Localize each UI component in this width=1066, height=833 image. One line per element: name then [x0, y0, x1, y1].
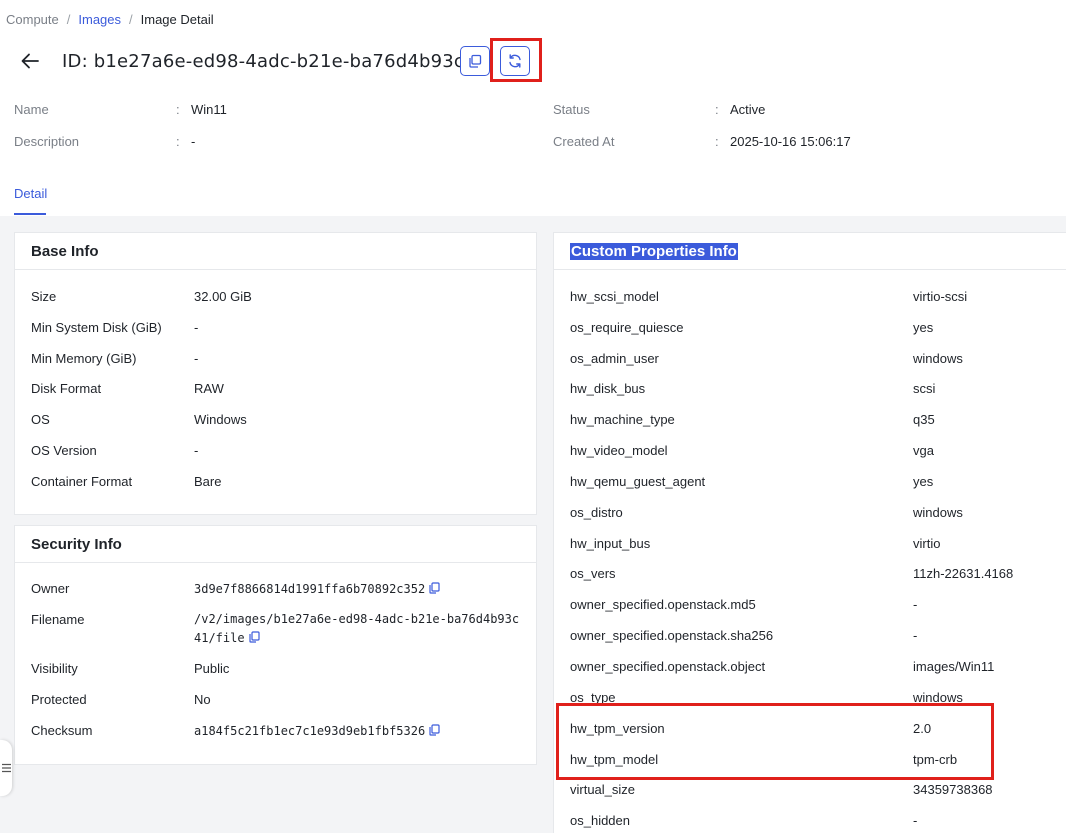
property-value: 34359738368 [913, 782, 993, 797]
row-label: Min Memory (GiB) [31, 351, 137, 366]
property-key: os_vers [570, 566, 616, 581]
name-label: Name [14, 102, 49, 117]
row-label: Container Format [31, 474, 133, 489]
property-key: os_distro [570, 505, 623, 520]
property-value: images/Win11 [913, 659, 995, 674]
security-info-card: Security Info Owner 3d9e7f8866814d1991ff… [14, 525, 537, 765]
property-key: os_require_quiesce [570, 320, 684, 335]
row-label: Protected [31, 692, 87, 707]
colon: : [176, 134, 180, 149]
row-value: - [194, 443, 199, 458]
copy-icon[interactable] [429, 724, 440, 739]
property-key: virtual_size [570, 782, 636, 797]
property-value: yes [913, 320, 934, 335]
description-label: Description [14, 134, 80, 149]
row-value: - [194, 320, 199, 335]
status-value: Active [730, 102, 766, 117]
row-value: No [194, 692, 211, 707]
copy-icon[interactable] [429, 582, 440, 597]
property-value: windows [913, 690, 963, 705]
owner-value-wrap: 3d9e7f8866814d1991ffa6b70892c352 [194, 581, 440, 597]
row-value: Bare [194, 474, 222, 489]
row-label: Visibility [31, 661, 78, 676]
sidebar-toggle-handle[interactable] [0, 740, 12, 796]
property-value: scsi [913, 381, 936, 396]
name-value: Win11 [191, 102, 227, 117]
row-value: 32.00 GiB [194, 289, 252, 304]
custom-properties-header: Custom Properties Info [554, 233, 1066, 270]
copy-icon[interactable] [248, 631, 260, 646]
row-label: Size [31, 289, 57, 304]
colon: : [715, 134, 719, 149]
security-info-title: Security Info [15, 526, 536, 563]
property-key: hw_tpm_model [570, 752, 659, 767]
checksum-value: a184f5c21fb1ec7c1e93d9eb1fbf5326 [194, 724, 426, 738]
menu-icon [1, 763, 11, 773]
property-key: owner_specified.openstack.md5 [570, 597, 756, 612]
row-label: Filename [31, 612, 85, 627]
created-at-label: Created At [553, 134, 615, 149]
property-value: windows [913, 505, 963, 520]
property-value: tpm-crb [913, 752, 958, 767]
row-label: Owner [31, 581, 70, 596]
filename-line2-wrap: 41/file [194, 630, 260, 646]
tab-active-indicator [14, 213, 46, 215]
status-label: Status [553, 102, 590, 117]
property-key: os_type [570, 690, 616, 705]
checksum-value-wrap: a184f5c21fb1ec7c1e93d9eb1fbf5326 [194, 723, 440, 739]
row-label: Checksum [31, 723, 93, 738]
property-value: yes [913, 474, 934, 489]
tab-bar: Detail [0, 180, 1066, 216]
custom-properties-title: Custom Properties Info [570, 242, 738, 260]
property-value: - [913, 597, 918, 612]
property-value: 11zh-22631.4168 [913, 566, 1014, 581]
row-value: - [194, 351, 199, 366]
property-key: os_admin_user [570, 351, 659, 366]
property-key: os_hidden [570, 813, 630, 828]
property-key: hw_scsi_model [570, 289, 659, 304]
property-key: hw_video_model [570, 443, 668, 458]
tab-detail[interactable]: Detail [14, 186, 47, 201]
property-key: hw_machine_type [570, 412, 675, 427]
row-label: Disk Format [31, 381, 102, 396]
created-at-value: 2025-10-16 15:06:17 [730, 134, 851, 149]
property-value: vga [913, 443, 934, 458]
image-meta: Name : Win11 Description : - Status : Ac… [0, 0, 1066, 160]
property-key: hw_qemu_guest_agent [570, 474, 706, 489]
colon: : [176, 102, 180, 117]
owner-value: 3d9e7f8866814d1991ffa6b70892c352 [194, 582, 426, 596]
property-key: hw_tpm_version [570, 721, 665, 736]
base-info-title: Base Info [15, 233, 536, 270]
base-info-card: Base Info Size 32.00 GiB Min System Disk … [14, 232, 537, 515]
row-value: Windows [194, 412, 247, 427]
property-value: q35 [913, 412, 935, 427]
filename-value-line2: 41/file [194, 631, 245, 645]
row-label: OS [31, 412, 50, 427]
colon: : [715, 102, 719, 117]
description-value: - [191, 134, 196, 149]
row-label: OS Version [31, 443, 97, 458]
property-key: hw_disk_bus [570, 381, 646, 396]
custom-properties-card: Custom Properties Info hw_scsi_modelvirt… [553, 232, 1066, 833]
property-value: - [913, 813, 918, 828]
row-label: Min System Disk (GiB) [31, 320, 162, 335]
row-value: RAW [194, 381, 224, 396]
property-key: owner_specified.openstack.object [570, 659, 766, 674]
property-value: - [913, 628, 918, 643]
row-value: Public [194, 661, 230, 676]
filename-value-line1: /v2/images/b1e27a6e-ed98-4adc-b21e-ba76d… [194, 612, 520, 626]
property-value: 2.0 [913, 721, 932, 736]
property-value: virtio [913, 536, 941, 551]
property-value: windows [913, 351, 963, 366]
property-value: virtio-scsi [913, 289, 968, 304]
property-key: owner_specified.openstack.sha256 [570, 628, 774, 643]
property-key: hw_input_bus [570, 536, 651, 551]
